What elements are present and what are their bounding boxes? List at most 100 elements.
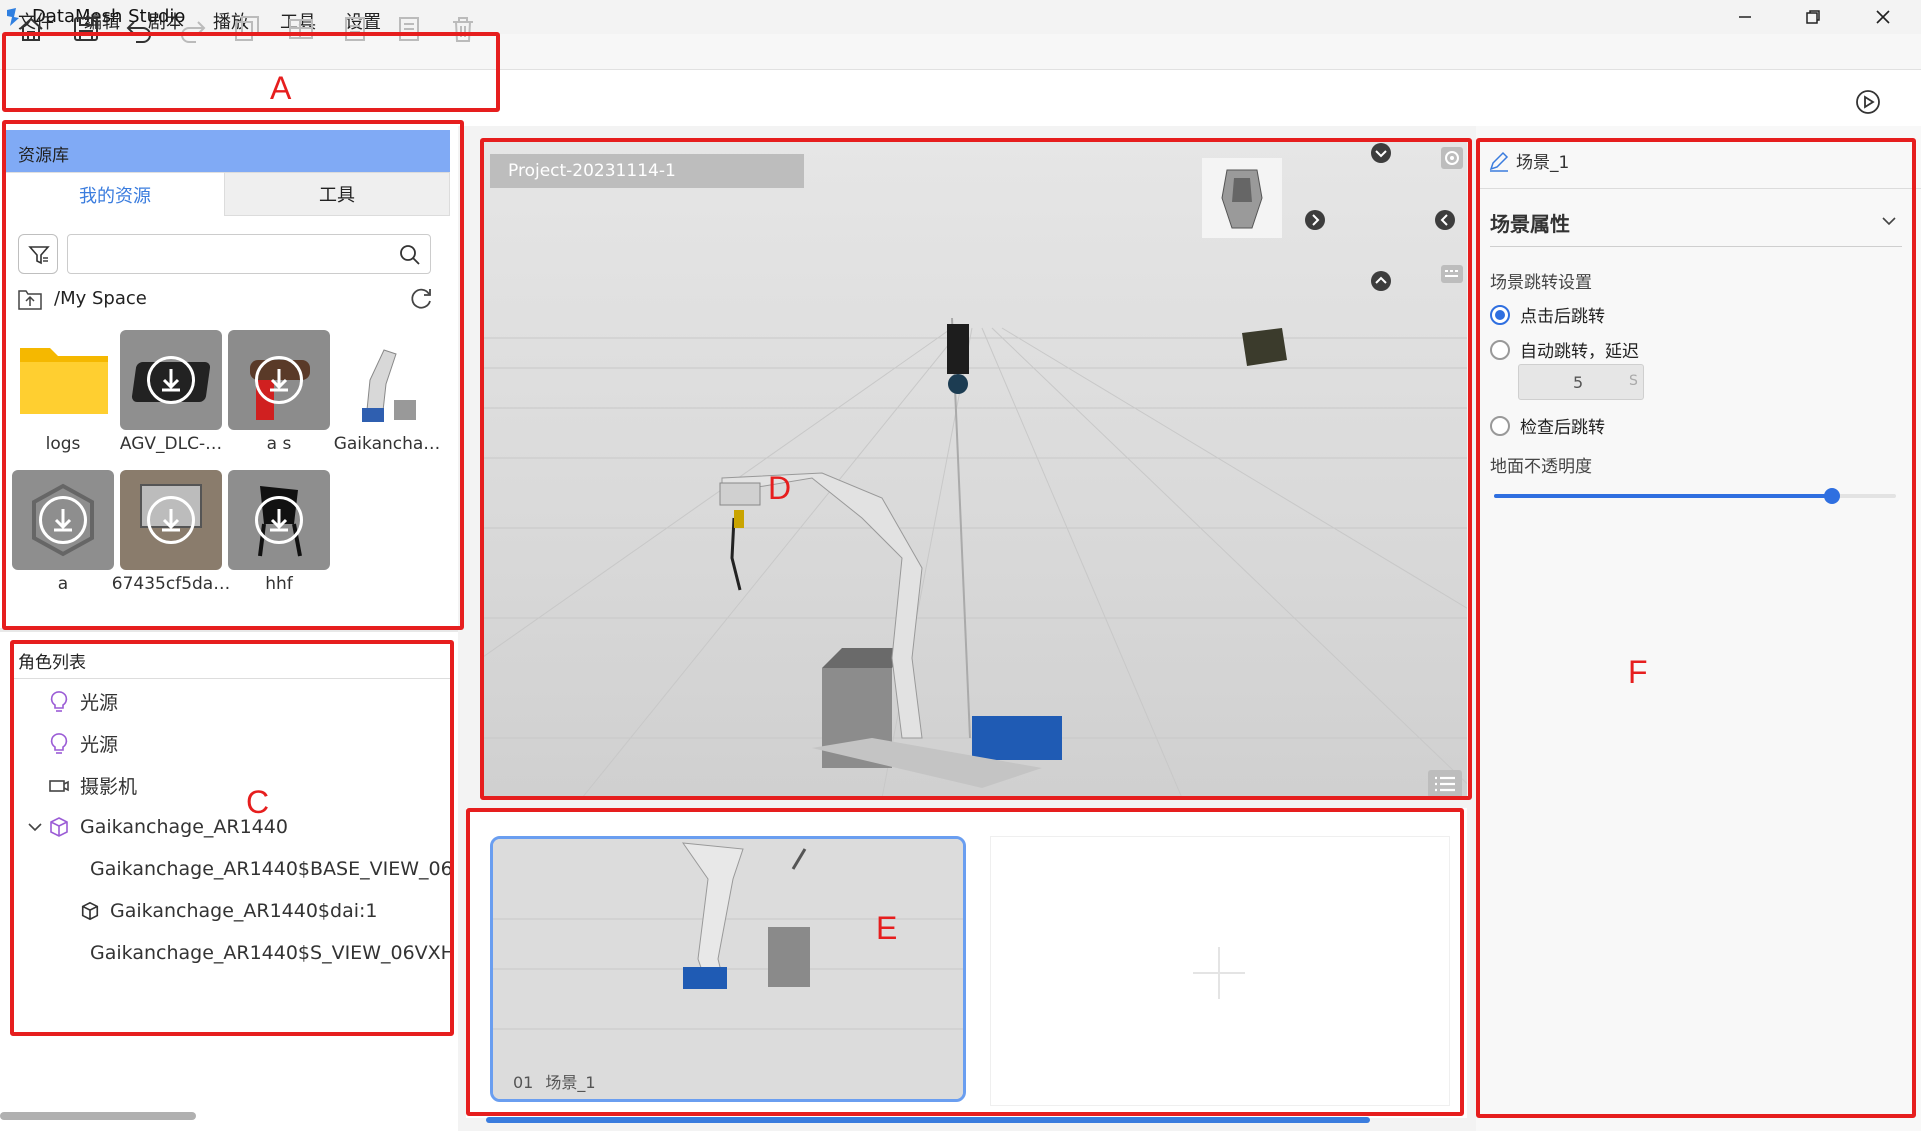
search-icon[interactable] [398,243,422,267]
role-label: 光源 [80,733,119,756]
trash-icon [453,17,473,42]
view-down-icon[interactable] [1370,142,1392,164]
close-button[interactable] [1848,0,1918,34]
radio-button[interactable] [1490,415,1510,436]
asset-thumbnail[interactable] [12,470,114,570]
scene-number: 01 [513,1073,534,1092]
cube-icon [50,817,68,837]
opacity-slider[interactable] [1494,488,1896,504]
option-click-jump[interactable]: 点击后跳转 [1490,302,1605,327]
role-label: 光源 [80,691,119,714]
undo-icon[interactable] [124,14,154,44]
project-title: Project-20231114-1 [490,154,804,188]
download-icon [39,496,87,544]
annotation-label-a: A [270,70,292,106]
role-label: Gaikanchage_AR1440$dai:1 [110,900,378,922]
view-right-icon[interactable] [1304,209,1326,231]
layout-icon [289,19,313,39]
delay-input[interactable]: 5 S [1518,364,1644,400]
role-item[interactable]: Gaikanchage_AR1440$S_VIEW_06VXH [80,938,452,968]
jump-settings-label: 场景跳转设置 [1490,273,1592,293]
divider [1478,188,1921,189]
role-item[interactable]: 光源 [48,728,118,758]
option-label: 自动跳转，延迟 [1520,342,1639,362]
focus-target-icon[interactable] [1440,146,1464,170]
download-icon [255,356,303,404]
annotation-label-d: D [768,470,792,506]
asset-thumbnail[interactable] [228,330,330,430]
asset-thumbnail[interactable] [228,470,330,570]
scene-card[interactable]: 01 场景_1 [490,836,966,1102]
keyboard-icon[interactable] [1440,264,1464,284]
bulb-icon [50,691,68,712]
panel-splitter[interactable] [0,628,458,632]
delay-unit: S [1629,373,1638,389]
tab-tools[interactable]: 工具 [224,172,450,216]
asset-folder-logs[interactable] [12,330,114,430]
home-icon[interactable] [16,14,46,44]
scene-name-label: 场景_1 [1516,153,1570,173]
chevron-down-icon[interactable] [1880,212,1898,230]
camera-icon [49,780,69,792]
slider-thumb[interactable] [1823,488,1840,504]
download-icon [147,496,195,544]
divider [12,678,452,679]
scene-name: 场景_1 [545,1073,596,1092]
opacity-label: 地面不透明度 [1490,457,1592,477]
tab-my-resources[interactable]: 我的资源 [6,172,224,216]
play-circle-icon[interactable] [1854,88,1882,116]
divider [1490,246,1902,247]
filter-button[interactable] [18,234,58,274]
asset-label: hhf [265,574,293,594]
save-icon[interactable] [71,14,101,44]
radio-button[interactable] [1490,304,1510,325]
minimize-button[interactable] [1710,0,1780,34]
scene-name-row[interactable]: 场景_1 [1488,148,1569,173]
chevron-down-icon[interactable] [26,818,44,836]
folder-icon [20,348,108,414]
option-label: 点击后跳转 [1520,307,1605,327]
view-up-icon[interactable] [1370,270,1392,292]
role-item[interactable]: 摄影机 [48,770,137,800]
scene-strip-scrollbar[interactable] [486,1117,1370,1123]
refresh-icon[interactable] [408,286,434,312]
role-item[interactable]: 光源 [48,686,118,716]
3d-viewport[interactable] [482,138,1467,798]
role-label: Gaikanchage_AR1440$S_VIEW_06VXH [90,942,452,964]
scene-render [482,138,1467,798]
redo-icon [181,21,206,43]
annotation-label-e: E [876,910,898,946]
download-icon [147,356,195,404]
asset-label: AGV_DLC-… [119,434,223,454]
add-scene-button[interactable] [990,836,1450,1106]
page-list-icon [399,17,419,41]
asset-label: 67435cf5da… [111,574,231,594]
plus-icon [1193,947,1245,999]
option-auto-jump[interactable]: 自动跳转，延迟 [1490,337,1639,362]
asset-label: logs [45,434,81,454]
page-icon [345,17,365,41]
bulb-icon [50,733,68,754]
role-item[interactable]: Gaikanchage_AR1440$dai:1 [80,896,452,926]
restore-button[interactable] [1778,0,1848,34]
horizontal-scrollbar[interactable] [0,1112,196,1120]
cube-outline-icon [81,901,99,921]
search-input[interactable] [74,241,374,267]
asset-thumbnail[interactable] [336,330,438,430]
section-title: 场景属性 [1490,212,1570,236]
pencil-icon[interactable] [1488,150,1510,172]
annotation-label-c: C [246,784,270,820]
filter-icon [28,246,50,265]
copy-icon [235,16,259,41]
download-icon [255,496,303,544]
view-left-icon[interactable] [1434,209,1456,231]
option-check-jump[interactable]: 检查后跳转 [1490,413,1605,438]
radio-button[interactable] [1490,339,1510,360]
asset-thumbnail[interactable] [120,330,222,430]
role-item[interactable]: Gaikanchage_AR1440$BASE_VIEW_06 [80,854,452,884]
asset-label: Gaikancha… [333,434,441,454]
folder-up-icon[interactable] [18,288,42,310]
list-menu-icon[interactable] [1428,770,1462,798]
asset-thumbnail[interactable] [120,470,222,570]
current-path: /My Space [54,288,147,309]
